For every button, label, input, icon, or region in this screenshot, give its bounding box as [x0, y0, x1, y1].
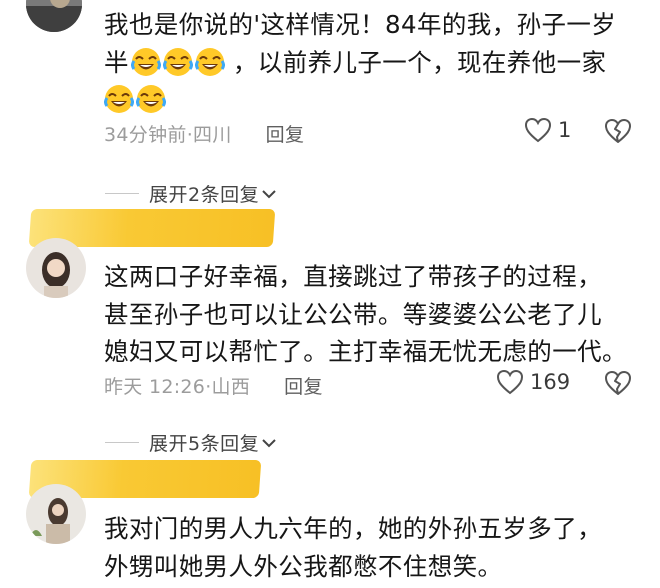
comment-line: 外甥叫她男人外公我都憋不住想笑。: [104, 551, 503, 581]
comment-line-start: 半: [104, 47, 129, 77]
dislike-button[interactable]: [604, 370, 632, 400]
emoji-group: [130, 47, 227, 77]
avatar[interactable]: [26, 238, 86, 298]
comment-text: 我对门的男人九六年的，她的外孙五岁多了， 外甥叫她男人外公我都憋不住想笑。: [104, 510, 644, 585]
comment-time: 34分钟前: [104, 124, 187, 146]
like-count: 169: [530, 370, 571, 394]
comment-meta: 34分钟前·四川 回复: [104, 120, 304, 147]
grinning-tears-emoji: [130, 47, 161, 76]
comment-location: 山西: [211, 376, 251, 398]
expand-divider: [105, 193, 139, 194]
expand-replies-button[interactable]: 展开2条回复: [105, 180, 277, 207]
expand-replies-button[interactable]: 展开5条回复: [105, 429, 277, 456]
reply-button[interactable]: 回复: [284, 376, 323, 398]
comment-line: 半 ，以前养儿子一个，现在养他一家: [104, 44, 644, 82]
grinning-tears-emoji: [162, 47, 193, 76]
like-button[interactable]: 169: [496, 369, 570, 395]
expand-divider: [105, 442, 139, 443]
avatar-photo: [26, 0, 82, 32]
comment-text: 这两口子好幸福，直接跳过了带孩子的过程， 甚至孙子也可以让公公带。等婆婆公公老了…: [104, 258, 644, 371]
comment-text: 我也是你说的'这样情况！84年的我，孙子一岁 半 ，以前养儿子一个，现在养他一家: [104, 6, 644, 119]
comment-line-end: ，以前养儿子一个，现在养他一家: [232, 47, 607, 77]
comment-meta: 昨天 12:26·山西 回复: [104, 372, 323, 399]
comment-line: 这两口子好幸福，直接跳过了带孩子的过程，: [104, 262, 602, 291]
comment-line: 甚至孙子也可以让公公带。等婆婆公公老了儿: [104, 299, 602, 329]
avatar[interactable]: [26, 0, 82, 32]
comment-time: 昨天 12:26: [104, 376, 206, 398]
broken-heart-icon: [605, 119, 631, 143]
broken-heart-icon: [605, 371, 631, 395]
avatar[interactable]: [26, 484, 86, 544]
comment-location: 四川: [193, 124, 232, 146]
grinning-tears-emoji: [194, 47, 225, 76]
grinning-tears-emoji: [136, 85, 166, 113]
heart-icon: [496, 369, 524, 395]
avatar-photo: [26, 484, 86, 544]
expand-replies-label: 展开5条回复: [149, 433, 260, 455]
grinning-tears-emoji: [104, 85, 134, 113]
like-button[interactable]: 1: [524, 117, 571, 143]
emoji-row: [104, 81, 644, 119]
heart-icon: [524, 117, 552, 143]
chevron-down-icon: [262, 189, 276, 198]
comment-line: 媳妇又可以帮忙了。主打幸福无忧无虑的一代。: [104, 337, 627, 366]
dislike-button[interactable]: [604, 118, 632, 148]
like-count: 1: [558, 118, 572, 142]
comment-line: 我也是你说的'这样情况！84年的我，孙子一岁: [104, 10, 617, 39]
comment-line: 我对门的男人九六年的，她的外孙五岁多了，: [104, 514, 602, 543]
reply-button[interactable]: 回复: [266, 124, 305, 146]
chevron-down-icon: [262, 438, 276, 447]
avatar-photo: [26, 238, 86, 298]
expand-replies-label: 展开2条回复: [149, 184, 260, 206]
